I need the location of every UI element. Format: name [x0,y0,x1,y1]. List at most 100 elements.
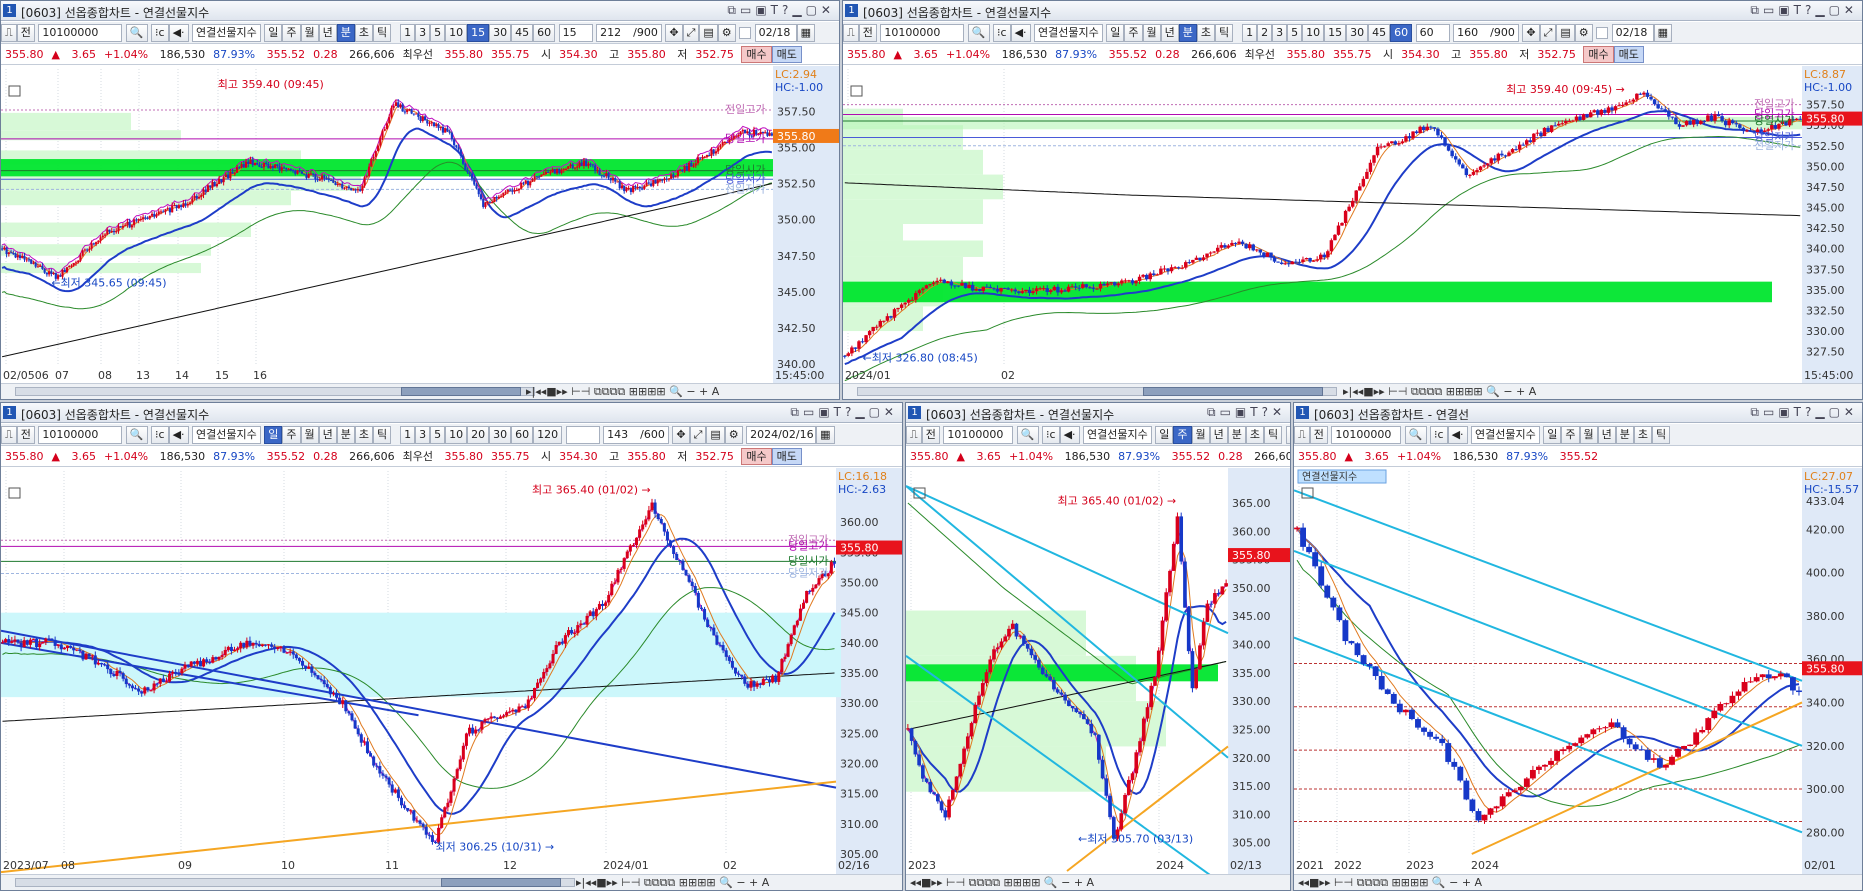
search-icon[interactable]: 🔍 [125,426,148,444]
price-chart[interactable]: 360.00355.00350.00345.00340.00335.00330.… [1,468,902,874]
sell-button[interactable]: 매도 [771,46,802,63]
period-second[interactable]: 초 [1633,426,1653,444]
instrument-select[interactable]: 연결선물지수 [1471,426,1540,444]
interval-10[interactable]: 10 [445,24,468,42]
title-bar[interactable]: 1 [0603] 선옵종합차트 - 연결선물지수 ⧉▭▣T?▁▢✕ [1,403,902,423]
search-icon[interactable]: 🔍 [967,24,990,42]
search-icon[interactable]: 🔍 [1404,426,1427,444]
scroll-thumb[interactable] [401,387,521,396]
date-input[interactable]: 02/18 [754,24,797,42]
interval-30[interactable]: 30 [489,24,512,42]
zoom-icon[interactable]: ⤢ [689,426,707,444]
title-bar[interactable]: 1 [0603] 선옵종합차트 - 연결선물지수 ⧉▭▣T?▁▢✕ [843,1,1862,21]
scrollbar[interactable]: ◂◂■▸▸ ⊢⊣ ⧉⧉⧉⧉ ⊞⊞⊞⊞ 🔍 − + A [1294,874,1862,890]
period-minute[interactable]: 분 [1227,426,1246,444]
crosshair-icon[interactable]: ✥ [665,24,683,42]
interval-30[interactable]: 30 [489,426,512,444]
period-tick[interactable]: 틱 [373,24,392,42]
gear-icon[interactable]: ⚙ [1574,24,1593,42]
interval-120[interactable]: 120 [533,426,563,444]
price-chart[interactable]: 357.50355.00352.50350.00347.50345.00342.… [1,66,839,384]
price-chart[interactable]: 433.04420.00400.00380.00360.00340.00320.… [1294,468,1862,874]
all-button[interactable]: 전 [16,426,35,444]
interval-5[interactable]: 5 [430,426,446,444]
window-controls[interactable]: ⧉▭▣T?▁▢✕ [727,3,835,18]
interval-60[interactable]: 60 [511,426,534,444]
window-controls[interactable]: ⧉▭▣T?▁▢✕ [1750,405,1858,420]
interval-15[interactable]: 15 [1324,24,1347,42]
save-icon[interactable]: ▤ [699,24,718,42]
zoom-icon[interactable]: ⤢ [1539,24,1557,42]
price-chart[interactable]: 357.50355.00352.50350.00347.50345.00342.… [843,66,1862,384]
options-icon[interactable]: ⁝c [1042,426,1060,444]
period-second[interactable]: 초 [1196,24,1216,42]
code-input[interactable]: 10100000 [943,426,1014,444]
period-day[interactable]: 일 [1543,426,1562,444]
code-input[interactable]: 10100000 [38,24,123,42]
title-bar[interactable]: 1 [0603] 선옵종합차트 - 연결선 ⧉▭▣T?▁▢✕ [1294,403,1862,423]
interval-5[interactable]: 5 [430,24,446,42]
interval-input[interactable]: 60 [1415,24,1450,42]
period-minute[interactable]: 분 [336,426,355,444]
period-day[interactable]: 일 [264,426,283,444]
interval-1[interactable]: 1 [400,426,416,444]
period-month[interactable]: 월 [1579,426,1598,444]
buy-button[interactable]: 매수 [741,46,772,63]
period-week[interactable]: 주 [1124,24,1143,42]
speaker-icon[interactable]: ◀· [1010,24,1031,42]
count-input[interactable]: 212 [596,24,631,42]
code-input[interactable]: 10100000 [38,426,123,444]
period-year[interactable]: 년 [1597,426,1616,444]
pin-icon[interactable]: ⎍ [1,24,17,42]
buy-button[interactable]: 매수 [1583,46,1614,63]
sell-button[interactable]: 매도 [1613,46,1644,63]
period-month[interactable]: 월 [300,24,319,42]
period-day[interactable]: 일 [1106,24,1125,42]
period-tick[interactable]: 틱 [1264,426,1283,444]
scroll-thumb[interactable] [441,878,561,887]
gear-icon[interactable]: ⚙ [717,24,736,42]
sell-button[interactable]: 매도 [771,448,802,465]
pin-icon[interactable]: ⎍ [906,426,922,444]
gear-icon[interactable]: ⚙ [724,426,743,444]
period-second[interactable]: 초 [354,426,374,444]
search-icon[interactable]: 🔍 [125,24,148,42]
interval-10[interactable]: 10 [445,426,468,444]
scroll-controls[interactable]: ▸|◂◂■▸▸ ⊢⊣ ⧉⧉⧉⧉ ⊞⊞⊞⊞ 🔍 − + A [576,875,769,890]
period-year[interactable]: 년 [1160,24,1179,42]
scrollbar[interactable]: ▸|◂◂■▸▸ ⊢⊣ ⧉⧉⧉⧉ ⊞⊞⊞⊞ 🔍 − + A [1,874,902,890]
period-tick[interactable]: 틱 [373,426,392,444]
pin-icon[interactable]: ⎍ [1294,426,1310,444]
scroll-controls[interactable]: ◂◂■▸▸ ⊢⊣ ⧉⧉⧉⧉ ⊞⊞⊞⊞ 🔍 − + A [910,875,1094,890]
speaker-icon[interactable]: ◀· [1059,426,1080,444]
all-button[interactable]: 전 [16,24,35,42]
code-input[interactable]: 10100000 [1331,426,1402,444]
interval-20[interactable]: 20 [467,426,490,444]
interval-10[interactable]: 10 [1302,24,1325,42]
interval-3[interactable]: 3 [415,426,431,444]
period-year[interactable]: 년 [318,24,337,42]
scroll-controls[interactable]: ▸|◂◂■▸▸ ⊢⊣ ⧉⧉⧉⧉ ⊞⊞⊞⊞ 🔍 − + A [1343,384,1536,399]
interval-45[interactable]: 45 [1368,24,1391,42]
scroll-controls[interactable]: ▸|◂◂■▸▸ ⊢⊣ ⧉⧉⧉⧉ ⊞⊞⊞⊞ 🔍 − + A [526,384,719,399]
interval-5[interactable]: 5 [1287,24,1303,42]
code-input[interactable]: 10100000 [880,24,965,42]
period-week[interactable]: 주 [282,24,301,42]
calendar-icon[interactable]: ▦ [1653,24,1673,42]
interval-15[interactable]: 15 [467,24,490,42]
period-year[interactable]: 년 [1209,426,1228,444]
period-month[interactable]: 월 [1191,426,1210,444]
save-icon[interactable]: ▤ [1556,24,1575,42]
pin-icon[interactable]: ⎍ [843,24,859,42]
all-button[interactable]: 전 [858,24,877,42]
options-icon[interactable]: ⁝c [151,24,169,42]
options-icon[interactable]: ⁝c [151,426,169,444]
title-bar[interactable]: 1 [0603] 선옵종합차트 - 연결선물지수 ⧉▭▣T?✕ [906,403,1290,423]
window-controls[interactable]: ⧉▭▣T?▁▢✕ [790,405,898,420]
period-minute[interactable]: 분 [1615,426,1634,444]
period-tick[interactable]: 틱 [1215,24,1234,42]
date-input[interactable]: 02/18 [1611,24,1654,42]
all-button[interactable]: 전 [1309,426,1328,444]
interval-1[interactable]: 1 [400,24,416,42]
period-month[interactable]: 월 [1142,24,1161,42]
